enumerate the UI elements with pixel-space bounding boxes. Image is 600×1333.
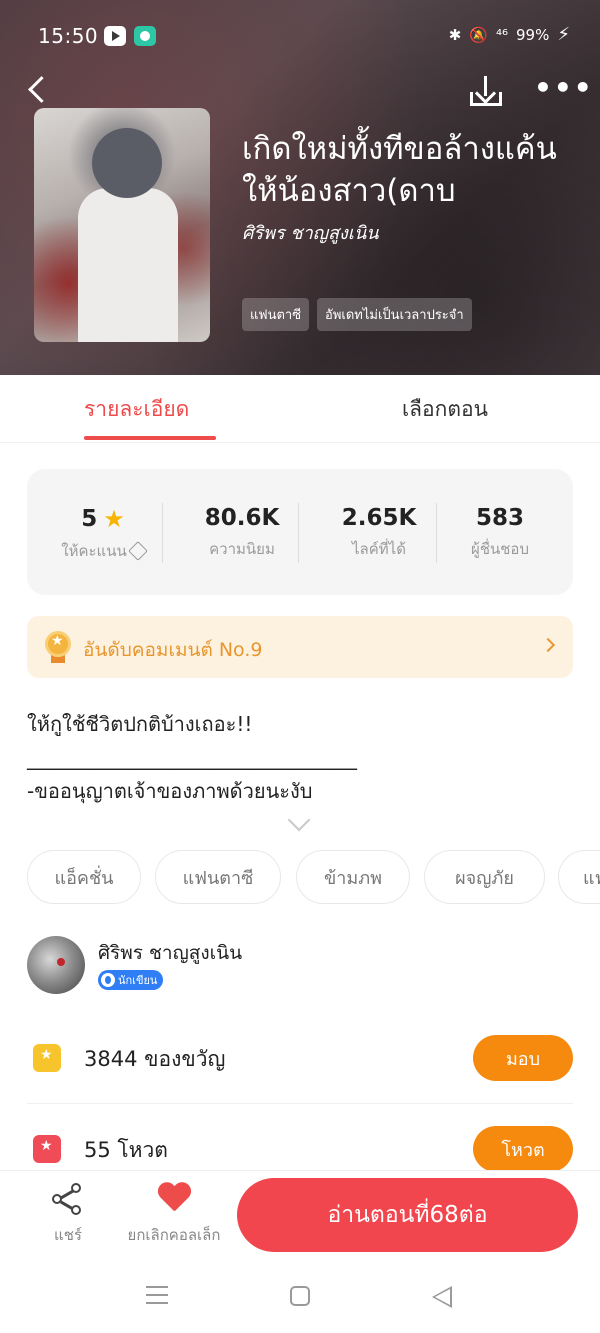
more-options-icon[interactable]: ••• xyxy=(534,74,592,104)
medal-icon xyxy=(45,631,71,663)
stat-popularity: 80.6K ความนิยม xyxy=(174,505,310,561)
gift-icon xyxy=(33,1044,61,1072)
star-icon: ★ xyxy=(103,505,125,533)
chevron-right-icon xyxy=(540,637,556,653)
uncollect-label: ยกเลิกคอลเล็ก xyxy=(127,1226,221,1244)
vote-ticket-icon xyxy=(33,1135,61,1163)
rating-value: 5 xyxy=(81,506,98,532)
divider xyxy=(298,503,299,563)
writer-avatar[interactable] xyxy=(27,936,85,994)
continue-reading-button[interactable]: อ่านตอนที่68ต่อ xyxy=(237,1178,578,1252)
book-cover xyxy=(34,108,210,342)
share-button[interactable]: แชร์ xyxy=(40,1183,96,1247)
tag-chip: แฟนตาซี xyxy=(242,298,310,331)
writer-name[interactable]: ศิริพร ชาญสูงเนิน xyxy=(98,938,242,968)
mute-icon: 🔕 xyxy=(469,25,488,44)
divider xyxy=(162,503,163,563)
system-back-icon[interactable] xyxy=(432,1286,452,1308)
likes-value: 2.65K xyxy=(341,505,417,531)
home-icon[interactable] xyxy=(290,1286,310,1306)
tab-episodes[interactable]: เลือกตอน xyxy=(402,393,488,426)
genre-chip[interactable]: แฟ xyxy=(558,850,600,904)
synopsis-line: _________________________________ xyxy=(27,746,357,770)
divider xyxy=(27,1103,573,1104)
vote-count: 55 โหวต xyxy=(84,1138,168,1162)
writer-badge-label: นักเขียน xyxy=(118,974,158,987)
expand-chevron-icon[interactable] xyxy=(288,812,308,832)
pen-icon xyxy=(101,973,115,987)
stat-rating[interactable]: 5 ★ ให้คะแนน xyxy=(35,505,171,563)
genre-chip[interactable]: แอ็คชั่น xyxy=(27,850,141,904)
status-indicators: ✱ 🔕 ⁴⁶ 99% ⚡ xyxy=(449,24,570,45)
rating-label: ให้คะแนน xyxy=(61,542,127,560)
popularity-label: ความนิยม xyxy=(209,540,275,558)
recent-apps-icon[interactable] xyxy=(146,1286,168,1304)
vote-button[interactable]: โหวต xyxy=(473,1126,573,1172)
stats-panel: 5 ★ ให้คะแนน 80.6K ความนิยม 2.65K ไลค์ที่… xyxy=(27,469,573,595)
video-app-icon xyxy=(104,26,126,46)
synopsis-line: ให้กูใช้ชีวิตปกติบ้างเถอะ!! xyxy=(27,712,253,736)
fans-label: ผู้ชื่นชอบ xyxy=(471,540,529,558)
system-navigation-bar xyxy=(0,1262,600,1333)
writer-badge: นักเขียน xyxy=(98,970,164,990)
bluetooth-icon: ✱ xyxy=(448,25,462,44)
book-header: 15:50 ✱ 🔕 ⁴⁶ 99% ⚡ ••• เกิดใหม่ทั้งทีขอล… xyxy=(0,0,600,375)
popularity-value: 80.6K xyxy=(204,505,280,531)
heart-icon xyxy=(157,1183,191,1215)
share-label: แชร์ xyxy=(54,1226,82,1244)
chat-app-icon xyxy=(134,26,156,46)
uncollect-button[interactable]: ยกเลิกคอลเล็ก xyxy=(120,1183,228,1247)
status-bar: 15:50 ✱ 🔕 ⁴⁶ 99% ⚡ xyxy=(0,0,600,72)
book-title: เกิดใหม่ทั้งทีขอล้างแค้นให้น้องสาว(ดาบ xyxy=(242,131,557,209)
status-time: 15:50 xyxy=(38,24,99,48)
comment-rank-banner[interactable]: อันดับคอมเมนต์ No.9 xyxy=(27,616,573,678)
download-icon[interactable] xyxy=(466,72,506,112)
rank-text: อันดับคอมเมนต์ No.9 xyxy=(83,639,263,661)
genre-chip[interactable]: แฟนตาซี xyxy=(155,850,281,904)
share-icon xyxy=(52,1183,84,1215)
book-author[interactable]: ศิริพร ชาญสูงเนิน xyxy=(242,218,379,247)
genre-chip[interactable]: ข้ามภพ xyxy=(296,850,410,904)
tab-details[interactable]: รายละเอียด xyxy=(84,393,189,426)
edit-icon xyxy=(127,541,148,561)
tag-chip: อัพเดทไม่เป็นเวลาประจำ xyxy=(317,298,472,331)
battery-text: 99% xyxy=(516,25,550,44)
stat-likes: 2.65K ไลค์ที่ได้ xyxy=(311,505,447,561)
fans-value: 583 xyxy=(475,505,524,531)
back-button[interactable] xyxy=(22,70,56,110)
book-tags: แฟนตาซี อัพเดทไม่เป็นเวลาประจำ xyxy=(242,298,472,331)
charging-icon: ⚡ xyxy=(557,24,570,45)
active-tab-indicator xyxy=(84,436,216,440)
genre-chip[interactable]: ผจญภัย xyxy=(424,850,545,904)
likes-label: ไลค์ที่ได้ xyxy=(352,540,406,558)
bottom-action-bar: แชร์ ยกเลิกคอลเล็ก อ่านตอนที่68ต่อ xyxy=(0,1170,600,1262)
synopsis: ให้กูใช้ชีวิตปกติบ้างเถอะ!! ____________… xyxy=(27,706,573,810)
signal-icon: ⁴⁶ xyxy=(495,25,509,44)
gift-count: 3844 ของขวัญ xyxy=(84,1047,226,1071)
give-gift-button[interactable]: มอบ xyxy=(473,1035,573,1081)
detail-tabs: รายละเอียด เลือกตอน xyxy=(0,375,600,443)
synopsis-line: -ขออนุญาตเจ้าของภาพด้วยนะงับ xyxy=(27,779,313,803)
stat-fans: 583 ผู้ชื่นชอบ xyxy=(432,505,568,561)
genre-chips: แอ็คชั่น แฟนตาซี ข้ามภพ ผจญภัย แฟ xyxy=(27,850,600,906)
